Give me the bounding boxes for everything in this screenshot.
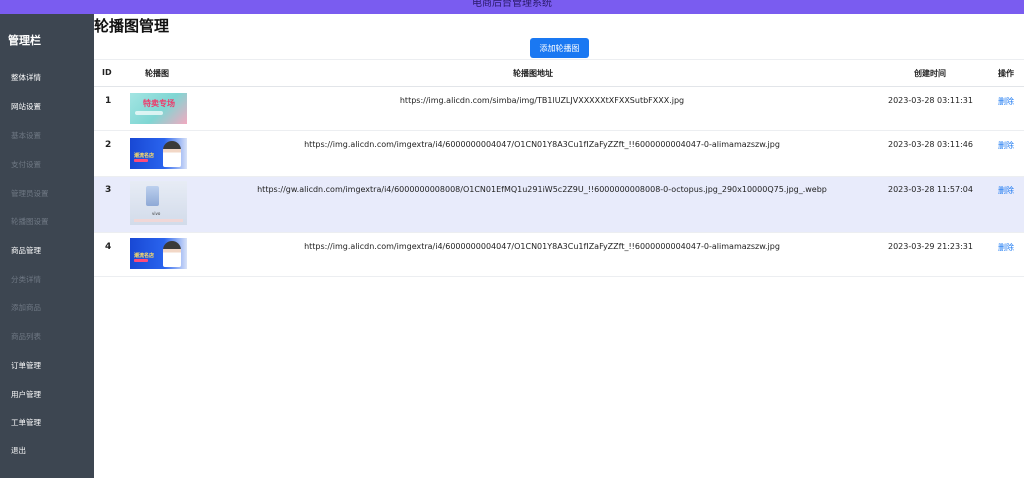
sidebar-title: 管理栏 [8, 34, 41, 47]
thumbnail-decoration [135, 111, 163, 115]
banner-url: https://img.alicdn.com/simba/img/TB1lUZL… [399, 96, 685, 105]
sidebar-item[interactable]: 商品管理 [11, 245, 41, 256]
sidebar-item[interactable]: 工单管理 [11, 417, 41, 428]
delete-link[interactable]: 删除 [998, 140, 1014, 151]
thumbnail-decoration [134, 259, 148, 262]
thumbnail-text: vivo [152, 211, 161, 216]
sidebar-item[interactable]: 整体详情 [11, 72, 41, 83]
top-bar: 电商后台管理系统 [0, 0, 1024, 14]
main-content: 轮播图管理 添加轮播图 ID 轮播图 轮播图地址 创建时间 操作 1 特卖专场 ht… [94, 14, 1024, 478]
delete-link[interactable]: 删除 [998, 242, 1014, 253]
delete-link[interactable]: 删除 [998, 185, 1014, 196]
phone-image [146, 186, 159, 206]
table-header: ID 轮播图 轮播图地址 创建时间 操作 [94, 59, 1024, 87]
column-header-id: ID [102, 68, 112, 77]
sidebar: 管理栏 整体详情网站设置基本设置支付设置管理员设置轮播图设置商品管理分类详情添加… [0, 14, 94, 478]
created-time: 2023-03-28 03:11:46 [888, 140, 973, 149]
column-header-image: 轮播图 [145, 69, 169, 78]
created-time: 2023-03-28 11:57:04 [888, 185, 973, 194]
thumbnail-decoration [134, 159, 148, 162]
add-banner-button[interactable]: 添加轮播图 [530, 38, 589, 58]
sidebar-item[interactable]: 商品列表 [11, 331, 41, 342]
sidebar-item[interactable]: 退出 [11, 445, 26, 456]
row-id: 2 [105, 140, 112, 150]
banner-url: https://gw.alicdn.com/imgextra/i4/600000… [257, 185, 827, 194]
sidebar-item[interactable]: 订单管理 [11, 360, 41, 371]
row-id: 1 [105, 96, 112, 106]
sidebar-item[interactable]: 分类详情 [11, 274, 41, 285]
column-header-created: 创建时间 [914, 69, 946, 78]
table-row: 2 潮流名店 https://img.alicdn.com/imgextra/i4/… [94, 131, 1024, 177]
delete-link[interactable]: 删除 [998, 96, 1014, 107]
sidebar-item[interactable]: 添加商品 [11, 302, 41, 313]
banner-url: https://img.alicdn.com/imgextra/i4/60000… [304, 140, 780, 149]
app-title: 电商后台管理系统 [472, 0, 552, 9]
sidebar-item[interactable]: 支付设置 [11, 159, 41, 170]
sidebar-item[interactable]: 基本设置 [11, 130, 41, 141]
table-row: 1 特卖专场 https://img.alicdn.com/simba/img/TB… [94, 87, 1024, 131]
table-row: 4 潮流名店 https://img.alicdn.com/imgextra/i4/… [94, 233, 1024, 277]
banner-url: https://img.alicdn.com/imgextra/i4/60000… [304, 242, 780, 251]
row-id: 4 [105, 242, 112, 252]
sidebar-item[interactable]: 管理员设置 [11, 188, 49, 199]
sidebar-item[interactable]: 轮播图设置 [11, 216, 49, 227]
sidebar-item[interactable]: 网站设置 [11, 101, 41, 112]
row-id: 3 [105, 185, 112, 195]
page-title: 轮播图管理 [94, 17, 170, 35]
created-time: 2023-03-29 21:23:31 [888, 242, 973, 251]
thumbnail-decoration [134, 219, 183, 222]
created-time: 2023-03-28 03:11:31 [888, 96, 973, 105]
thumbnail-text: 潮流名店 [134, 253, 155, 259]
thumbnail-text: 潮流名店 [134, 153, 155, 159]
sidebar-item[interactable]: 用户管理 [11, 389, 41, 400]
column-header-action: 操作 [998, 69, 1014, 78]
table-row: 3 vivo https://gw.alicdn.com/imgextra/i4/6… [94, 177, 1024, 233]
column-header-url: 轮播图地址 [513, 69, 553, 78]
